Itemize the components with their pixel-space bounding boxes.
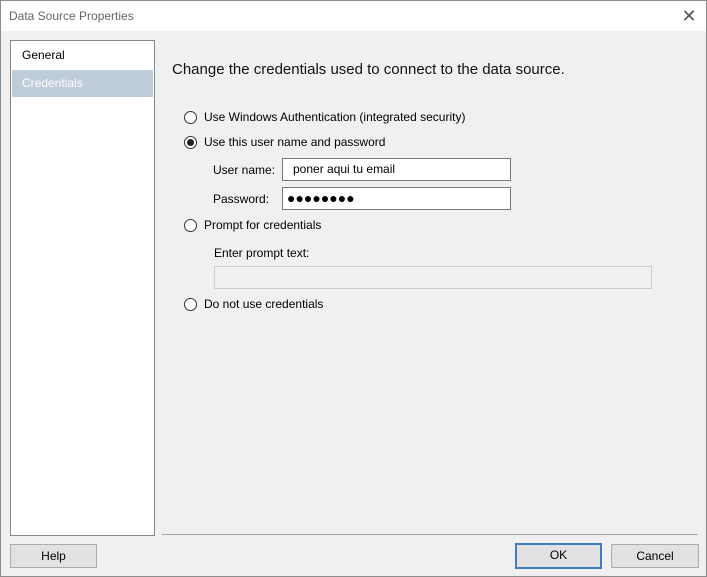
prompt-text-field[interactable]: [214, 266, 652, 289]
cancel-button[interactable]: Cancel: [611, 544, 699, 568]
sidebar-item-credentials[interactable]: Credentials: [12, 70, 153, 97]
sidebar-item-general[interactable]: General: [12, 42, 153, 69]
radio-button[interactable]: [184, 135, 197, 149]
ok-button[interactable]: OK: [515, 543, 602, 569]
radio-windows-auth[interactable]: Use Windows Authentication (integrated s…: [184, 108, 465, 126]
radio-button[interactable]: [184, 297, 197, 311]
title-bar: Data Source Properties ✕: [1, 1, 706, 31]
radio-no-credentials[interactable]: Do not use credentials: [184, 295, 323, 313]
footer-divider: [162, 534, 698, 535]
username-label: User name:: [213, 163, 276, 177]
password-label: Password:: [213, 192, 270, 206]
close-icon[interactable]: ✕: [676, 4, 702, 28]
help-button[interactable]: Help: [10, 544, 97, 568]
radio-label: Do not use credentials: [204, 297, 324, 311]
page-title: Change the credentials used to connect t…: [172, 61, 565, 78]
radio-label: Use Windows Authentication (integrated s…: [204, 110, 466, 124]
dialog-window: Data Source Properties ✕ General Credent…: [0, 0, 707, 577]
sidebar-nav: General Credentials: [10, 40, 155, 536]
window-title: Data Source Properties: [9, 9, 134, 23]
radio-button[interactable]: [184, 110, 197, 124]
radio-user-password[interactable]: Use this user name and password: [184, 133, 385, 151]
radio-label: Prompt for credentials: [204, 218, 322, 232]
prompt-text-label: Enter prompt text:: [214, 246, 310, 260]
password-field[interactable]: ●●●●●●●●: [282, 187, 511, 210]
radio-button[interactable]: [184, 218, 197, 232]
radio-label: Use this user name and password: [204, 135, 386, 149]
radio-prompt[interactable]: Prompt for credentials: [184, 216, 321, 234]
username-field[interactable]: poner aqui tu email: [282, 158, 511, 181]
